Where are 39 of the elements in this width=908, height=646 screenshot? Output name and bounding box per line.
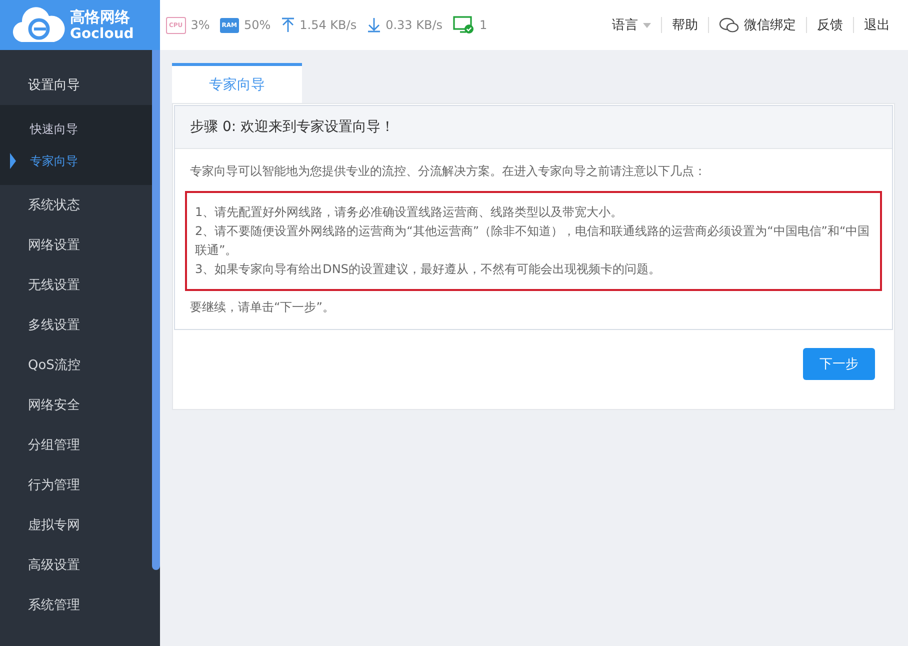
download-icon (366, 17, 381, 33)
submenu-item[interactable]: 专家向导 (0, 145, 152, 177)
header-link[interactable]: 反馈 (807, 16, 853, 34)
sidebar-item[interactable]: 高级设置 (0, 545, 152, 585)
note-text: 3、如果专家向导有给出DNS的设置建议，最好遵从，不然有可能会出现视频卡的问题。 (195, 261, 662, 278)
sidebar-item[interactable]: 设置向导 (0, 65, 152, 105)
sidebar-item[interactable]: QoS流控 (0, 345, 152, 385)
sidebar-item[interactable]: 无线设置 (0, 265, 152, 305)
wechat-bind-link[interactable]: 微信绑定 (709, 16, 806, 34)
sidebar-item[interactable]: 多线设置 (0, 305, 152, 345)
caret-icon (643, 22, 651, 28)
logo-name: 高恪网络 (70, 10, 131, 24)
logo-subtitle: Gocloud (70, 26, 134, 40)
upload-speed: 1.54 KB/s (300, 18, 357, 32)
note-text: 2、请不要随便设置外网线路的运营商为“其他运营商”（除非不知道），电信和联通线路的运营商必须设置为“中国电信”和“中国联通”。 (195, 223, 871, 259)
sidebar-item[interactable]: 网络设置 (0, 225, 152, 265)
language-dropdown[interactable]: 语言 (602, 16, 661, 34)
sidebar-item[interactable]: 网络安全 (0, 385, 152, 425)
ram-usage: 50% (244, 18, 271, 32)
header-link[interactable]: 帮助 (662, 16, 708, 34)
device-count: 1 (480, 18, 488, 32)
intro-text: 专家向导可以智能地为您提供专业的流控、分流解决方案。在进入专家向导之前请注意以下几点： (190, 163, 707, 180)
step-heading: 步骤 0: 欢迎来到专家设置向导！ (175, 106, 892, 149)
monitor-check-icon (452, 16, 475, 34)
download-speed: 0.33 KB/s (386, 18, 443, 32)
sidebar-item[interactable]: 系统管理 (0, 585, 152, 625)
sidebar-item[interactable]: 系统状态 (0, 185, 152, 225)
submenu-item[interactable]: 快速向导 (0, 113, 152, 145)
sidebar-item[interactable]: 分组管理 (0, 425, 152, 465)
header-link[interactable]: 退出 (854, 16, 900, 34)
cpu-usage: 3% (190, 18, 210, 32)
sidebar-item[interactable]: 行为管理 (0, 465, 152, 505)
sidebar-item[interactable]: 虚拟专网 (0, 505, 152, 545)
outro-text: 要继续，请单击“下一步”。 (190, 299, 336, 316)
chat-bubbles-icon (719, 17, 739, 33)
upload-icon (280, 17, 295, 33)
scrollbar[interactable] (152, 50, 160, 570)
note-text: 1、请先配置好外网线路，请务必准确设置线路运营商、线路类型以及带宽大小。 (195, 204, 624, 221)
cloud-logo-icon (12, 6, 66, 44)
